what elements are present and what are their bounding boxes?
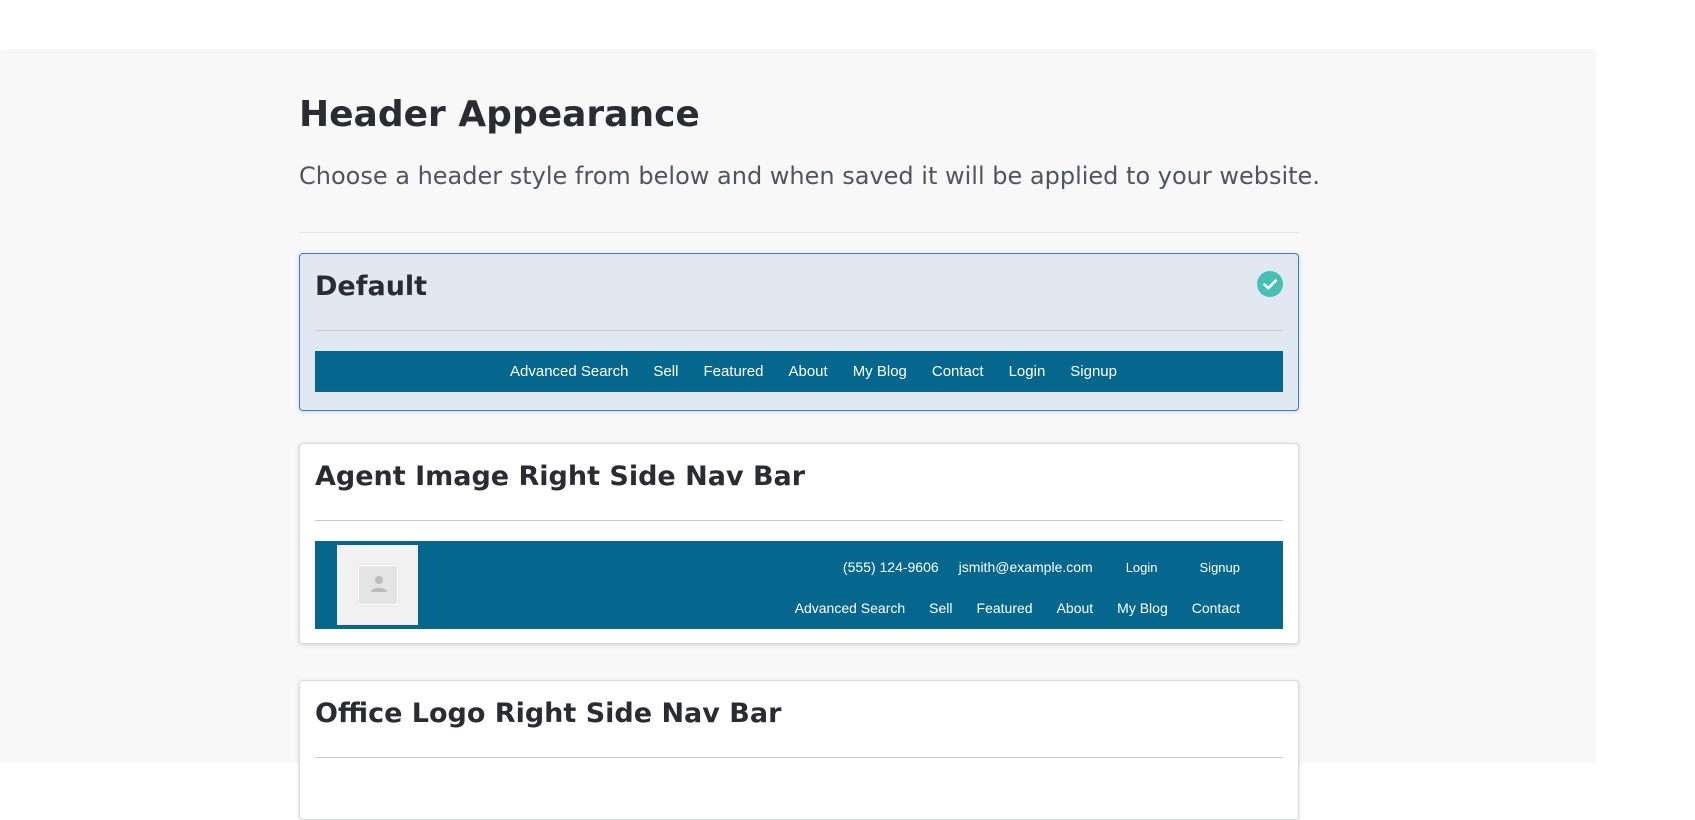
nav-advanced-search[interactable]: Advanced Search [510, 363, 628, 380]
nav-signup[interactable]: Signup [1200, 560, 1240, 575]
preview-nav: Advanced Search Sell Featured About My B… [510, 351, 1117, 392]
nav-login[interactable]: Login [1009, 363, 1046, 380]
card-divider [315, 757, 1283, 758]
option-title: Office Logo Right Side Nav Bar [315, 698, 782, 729]
preview-nav: Advanced Search Sell Featured About My B… [795, 593, 1240, 623]
nav-sell[interactable]: Sell [929, 600, 952, 616]
header-option-office-logo[interactable]: Office Logo Right Side Nav Bar [299, 680, 1299, 820]
option-title: Default [315, 271, 428, 302]
agent-header-preview: (555) 124-9606 jsmith@example.com Login … [315, 541, 1283, 629]
nav-about[interactable]: About [788, 363, 827, 380]
agent-photo [337, 545, 418, 625]
nav-featured[interactable]: Featured [703, 363, 763, 380]
card-divider [315, 330, 1283, 331]
nav-signup[interactable]: Signup [1070, 363, 1117, 380]
settings-panel: Header Appearance Choose a header style … [0, 49, 1596, 820]
agent-email[interactable]: jsmith@example.com [959, 559, 1093, 575]
nav-my-blog[interactable]: My Blog [853, 363, 907, 380]
nav-featured[interactable]: Featured [977, 600, 1033, 616]
option-title: Agent Image Right Side Nav Bar [315, 461, 806, 492]
person-placeholder-icon [358, 565, 398, 605]
page-title: Header Appearance [299, 94, 700, 135]
page-subtitle: Choose a header style from below and whe… [299, 162, 1320, 190]
nav-advanced-search[interactable]: Advanced Search [795, 600, 906, 616]
card-divider [315, 520, 1283, 521]
header-option-default[interactable]: Default Advanced Search Sell Featured Ab… [299, 253, 1299, 411]
section-divider [299, 232, 1299, 233]
check-circle-icon [1257, 271, 1283, 297]
nav-about[interactable]: About [1057, 600, 1094, 616]
header-option-agent-image[interactable]: Agent Image Right Side Nav Bar (555) 124… [299, 443, 1299, 644]
nav-my-blog[interactable]: My Blog [1117, 600, 1168, 616]
preview-contact-row: (555) 124-9606 jsmith@example.com Login … [843, 541, 1240, 593]
nav-contact[interactable]: Contact [1192, 600, 1240, 616]
nav-login[interactable]: Login [1126, 560, 1158, 575]
agent-phone[interactable]: (555) 124-9606 [843, 559, 939, 575]
default-header-preview: Advanced Search Sell Featured About My B… [315, 351, 1283, 392]
nav-sell[interactable]: Sell [653, 363, 678, 380]
nav-contact[interactable]: Contact [932, 363, 984, 380]
